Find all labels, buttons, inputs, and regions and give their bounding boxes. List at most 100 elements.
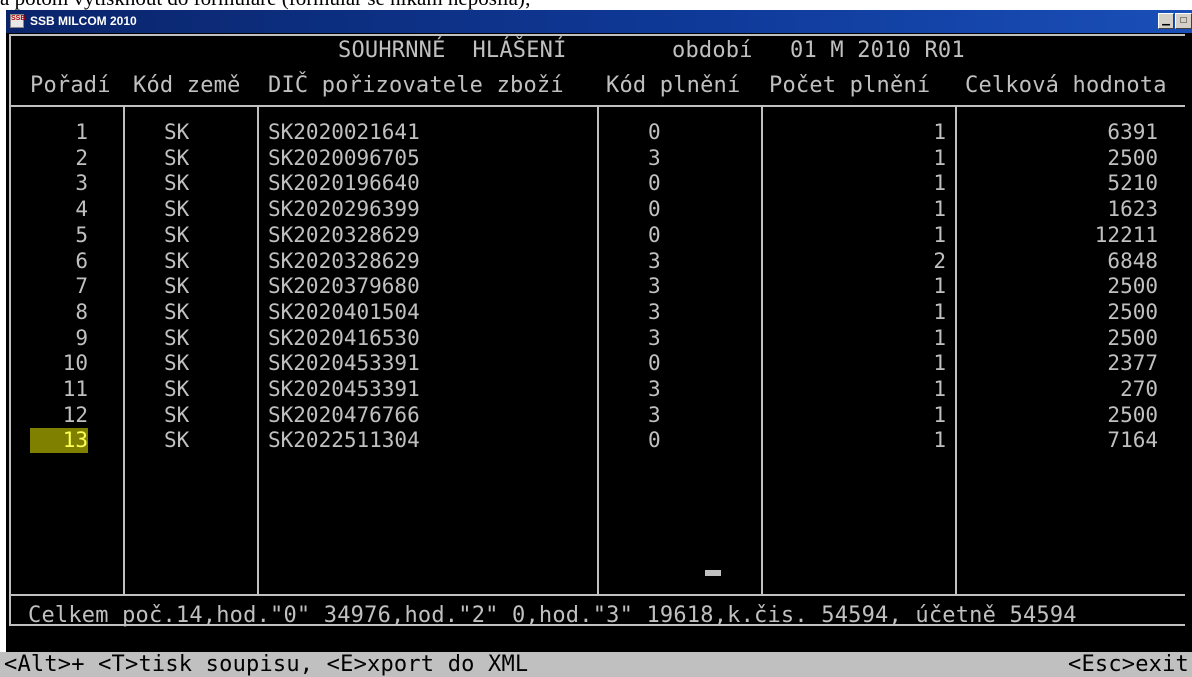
table-row[interactable]: 8 SK SK2020401504 3 1 2500 <box>0 300 1186 325</box>
col-header-count: Počet plnění <box>769 73 931 98</box>
cell-vat: SK2022511304 <box>268 428 420 452</box>
cell-total: 6391 <box>1107 120 1158 144</box>
table-row[interactable]: 6 SK SK2020328629 3 2 6848 <box>0 249 1186 274</box>
table-row[interactable]: 3 SK SK2020196640 0 1 5210 <box>0 171 1186 196</box>
col-header-total: Celková hodnota <box>965 73 1167 98</box>
cell-code: 3 <box>648 274 661 298</box>
cell-order: 11 <box>62 377 88 401</box>
cell-count: 1 <box>933 351 946 375</box>
col-header-country: Kód země <box>133 73 241 98</box>
cell-order: 9 <box>75 326 88 350</box>
document-text-above: a potom vytisknout do formuláře (formulá… <box>0 0 1192 10</box>
cell-count: 1 <box>933 171 946 195</box>
cell-code: 0 <box>648 197 661 221</box>
cell-country: SK <box>164 377 190 401</box>
cell-count: 1 <box>933 428 946 452</box>
cell-code: 3 <box>648 146 661 170</box>
cell-count: 1 <box>933 377 946 401</box>
summary-divider <box>11 594 1185 596</box>
cell-country: SK <box>164 351 190 375</box>
window-title: SSB MILCOM 2010 <box>30 14 137 28</box>
cell-vat: SK2020196640 <box>268 171 420 195</box>
minimize-button[interactable]: ▁ <box>1158 13 1174 29</box>
cell-vat: SK2020328629 <box>268 249 420 273</box>
cell-order: 7 <box>75 274 88 298</box>
cell-count: 1 <box>933 197 946 221</box>
cell-count: 1 <box>933 146 946 170</box>
cell-vat: SK2020453391 <box>268 377 420 401</box>
cell-total: 12211 <box>1094 223 1158 247</box>
cell-total: 7164 <box>1107 428 1158 452</box>
cell-code: 0 <box>648 120 661 144</box>
cell-code: 3 <box>648 377 661 401</box>
status-shortcuts[interactable]: <Alt>+ <T>tisk soupisu, <E>xport do XML <box>4 652 528 677</box>
col-header-code: Kód plnění <box>606 73 741 98</box>
cell-total: 1623 <box>1107 197 1158 221</box>
cell-vat: SK2020021641 <box>268 120 420 144</box>
table-row[interactable]: 13 SK SK2022511304 0 1 7164 <box>0 428 1186 453</box>
cell-country: SK <box>164 300 190 324</box>
cell-order: 1 <box>75 120 88 144</box>
table-row[interactable]: 12 SK SK2020476766 3 1 2500 <box>0 403 1186 428</box>
cell-vat: SK2020416530 <box>268 326 420 350</box>
app-icon: SSB <box>10 14 25 28</box>
table-row[interactable]: 2 SK SK2020096705 3 1 2500 <box>0 146 1186 171</box>
cell-code: 3 <box>648 249 661 273</box>
cell-vat: SK2020379680 <box>268 274 420 298</box>
cell-order: 8 <box>75 300 88 324</box>
period-value: 01 M 2010 R01 <box>782 38 973 63</box>
cell-count: 1 <box>933 326 946 350</box>
minimize-icon: ▁ <box>1162 15 1170 26</box>
cell-total: 5210 <box>1107 171 1158 195</box>
cell-country: SK <box>164 146 190 170</box>
maximize-icon: □ <box>1180 15 1187 26</box>
cell-total: 2500 <box>1107 403 1158 427</box>
cell-count: 1 <box>933 120 946 144</box>
cell-count: 2 <box>933 249 946 273</box>
table-row[interactable]: 11 SK SK2020453391 3 1 270 <box>0 377 1186 402</box>
cell-total: 2500 <box>1107 300 1158 324</box>
cell-order: 2 <box>75 146 88 170</box>
cell-total: 6848 <box>1107 249 1158 273</box>
cell-country: SK <box>164 428 190 452</box>
cell-vat: SK2020296399 <box>268 197 420 221</box>
cell-count: 1 <box>933 300 946 324</box>
cell-order: 12 <box>62 403 88 427</box>
cell-count: 1 <box>933 223 946 247</box>
cell-vat: SK2020476766 <box>268 403 420 427</box>
table-row[interactable]: 9 SK SK2020416530 3 1 2500 <box>0 326 1186 351</box>
cell-code: 3 <box>648 326 661 350</box>
cell-total: 270 <box>1120 377 1158 401</box>
table-row[interactable]: 1 SK SK2020021641 0 1 6391 <box>0 120 1186 145</box>
status-bar: <Alt>+ <T>tisk soupisu, <E>xport do XML … <box>0 652 1192 677</box>
table-row[interactable]: 7 SK SK2020379680 3 1 2500 <box>0 274 1186 299</box>
cell-code: 0 <box>648 351 661 375</box>
cell-order: 13 <box>30 428 88 453</box>
cell-vat: SK2020401504 <box>268 300 420 324</box>
cell-code: 3 <box>648 300 661 324</box>
maximize-button[interactable]: □ <box>1175 13 1192 29</box>
col-header-order: Pořadí <box>30 73 111 98</box>
cell-count: 1 <box>933 403 946 427</box>
cell-count: 1 <box>933 274 946 298</box>
cell-code: 0 <box>648 223 661 247</box>
cell-country: SK <box>164 326 190 350</box>
table-row[interactable]: 10 SK SK2020453391 0 1 2377 <box>0 351 1186 376</box>
cell-vat: SK2020453391 <box>268 351 420 375</box>
table-row[interactable]: 4 SK SK2020296399 0 1 1623 <box>0 197 1186 222</box>
exit-shortcut[interactable]: <Esc>exit <box>1068 652 1189 677</box>
cell-country: SK <box>164 249 190 273</box>
cell-vat: SK2020096705 <box>268 146 420 170</box>
cell-country: SK <box>164 274 190 298</box>
cell-code: 0 <box>648 428 661 452</box>
cell-order: 4 <box>75 197 88 221</box>
table-row[interactable]: 5 SK SK2020328629 0 1 12211 <box>0 223 1186 248</box>
cell-country: SK <box>164 403 190 427</box>
cell-total: 2500 <box>1107 146 1158 170</box>
cell-order: 6 <box>75 249 88 273</box>
window-titlebar[interactable]: SSB SSB MILCOM 2010 ▁ □ <box>6 10 1192 33</box>
text-cursor <box>705 570 721 576</box>
cell-country: SK <box>164 197 190 221</box>
cell-total: 2500 <box>1107 326 1158 350</box>
cell-country: SK <box>164 120 190 144</box>
